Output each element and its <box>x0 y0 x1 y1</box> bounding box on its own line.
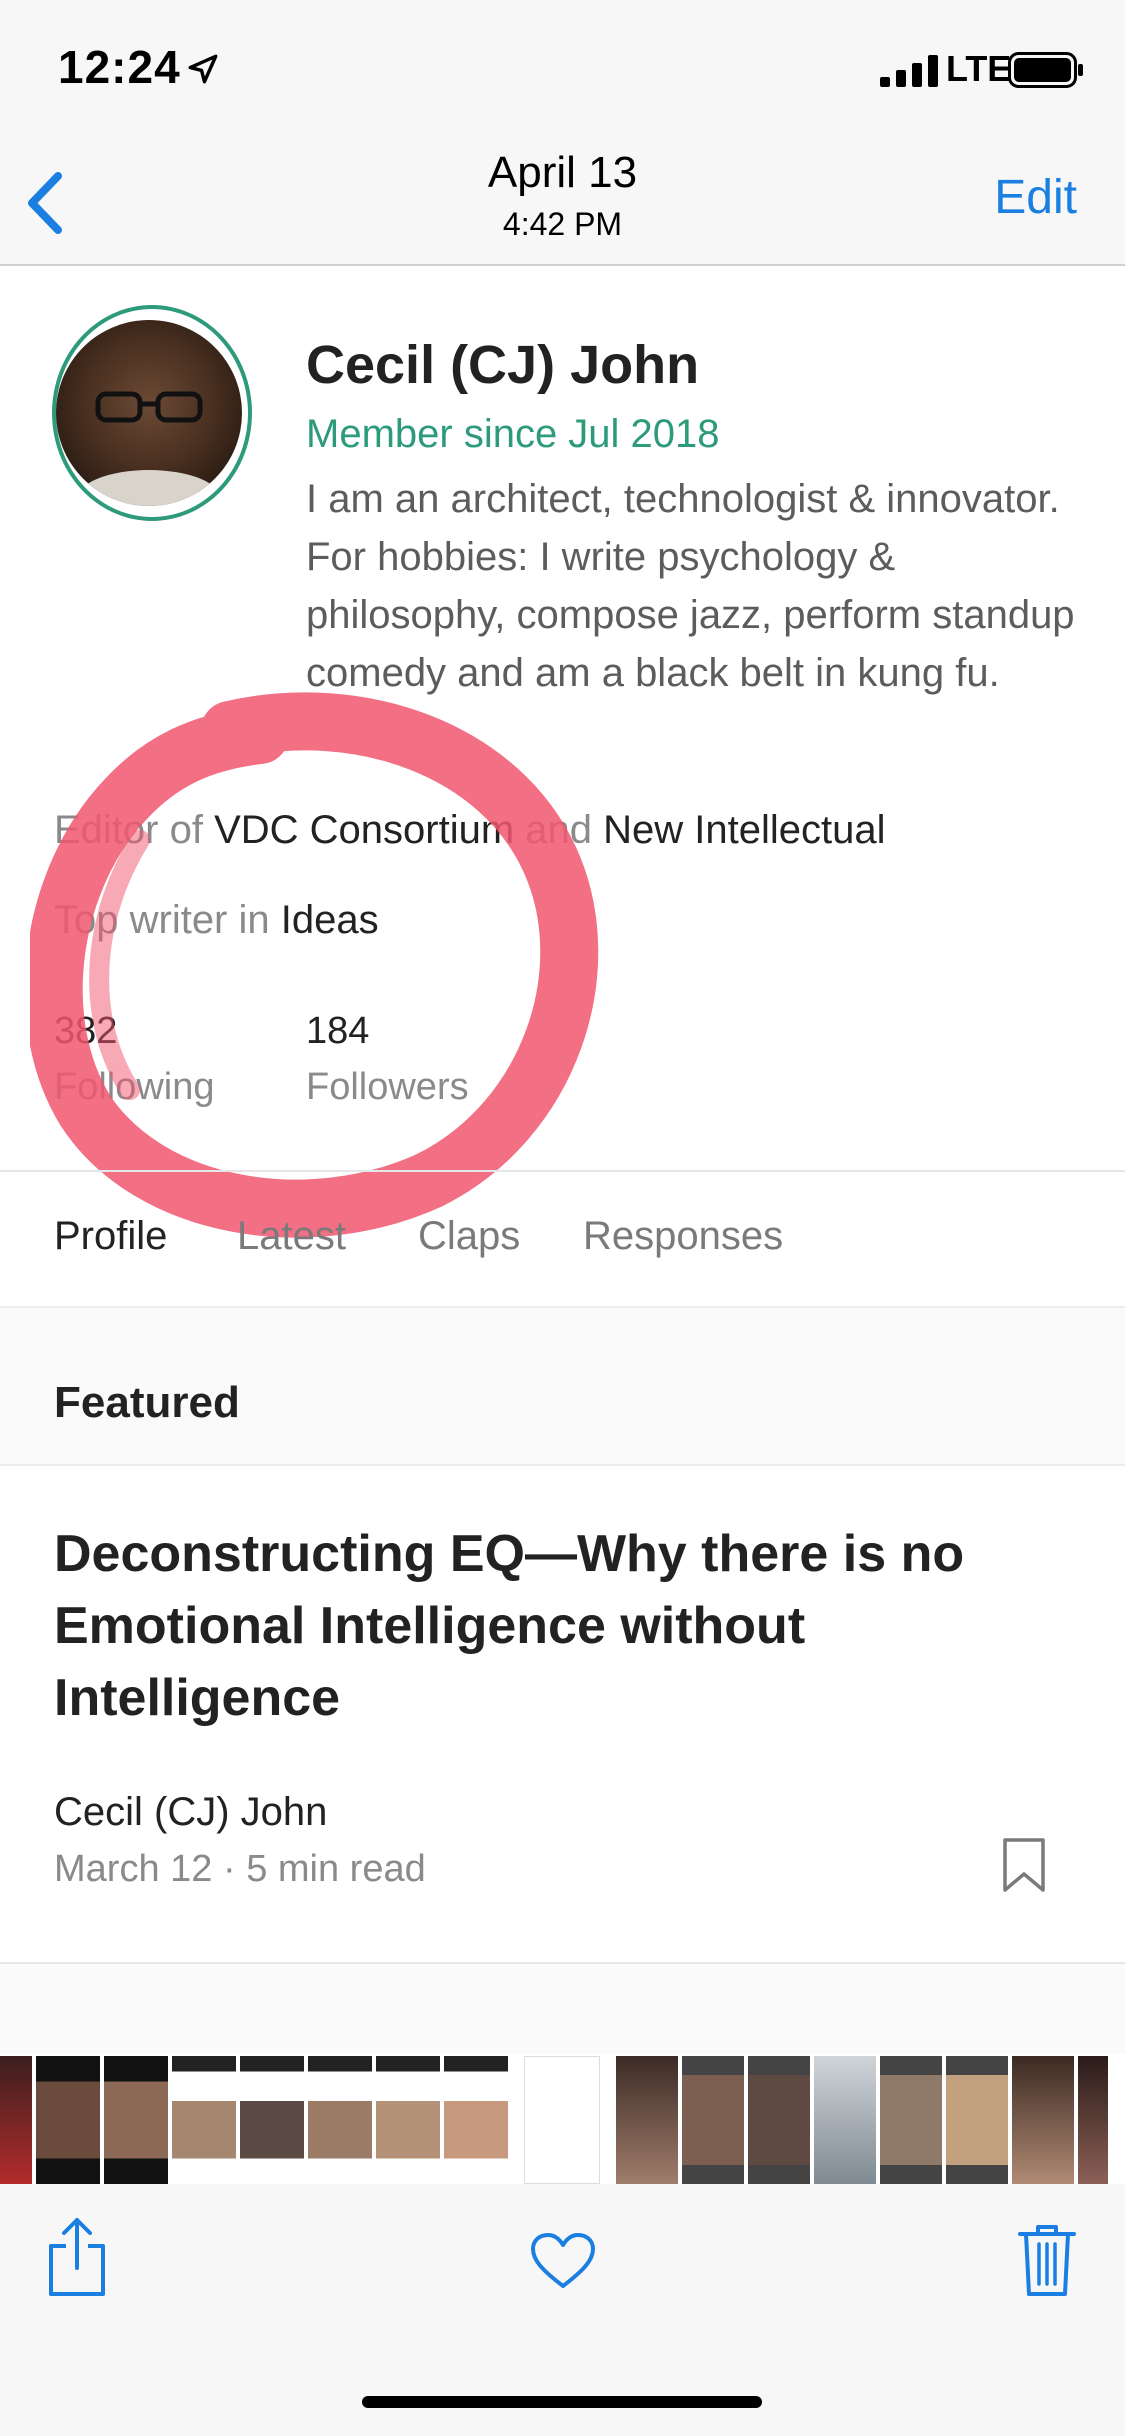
photo-thumbnail[interactable] <box>880 2056 942 2184</box>
photo-filmstrip[interactable] <box>0 2056 1125 2184</box>
member-since: Member since Jul 2018 <box>306 412 720 456</box>
avatar-shirt-graphic <box>76 470 222 506</box>
tab-claps[interactable]: Claps <box>418 1214 520 1259</box>
following-label[interactable]: Following <box>54 1066 215 1109</box>
home-indicator[interactable] <box>362 2396 762 2408</box>
photo-thumbnail-selected[interactable] <box>524 2056 600 2184</box>
photo-thumbnail[interactable] <box>814 2056 876 2184</box>
photo-thumbnail[interactable] <box>36 2056 100 2184</box>
network-label: LTE <box>946 48 1012 89</box>
photo-thumbnail[interactable] <box>172 2056 236 2184</box>
article-author[interactable]: Cecil (CJ) John <box>54 1790 327 1835</box>
article-title[interactable]: Deconstructing EQ—Why there is no Emotio… <box>54 1518 1064 1734</box>
battery-icon <box>1008 52 1083 88</box>
next-section-peek <box>0 1964 1125 2054</box>
article-date: March 12 <box>54 1848 213 1890</box>
tab-responses[interactable]: Responses <box>583 1214 783 1259</box>
editor-of-line: Editor of VDC Consortium and New Intelle… <box>54 808 886 853</box>
photo-thumbnail[interactable] <box>104 2056 168 2184</box>
editor-and: and <box>514 808 604 852</box>
publication-link-vdc[interactable]: VDC Consortium <box>214 808 514 852</box>
editor-prefix: Editor of <box>54 808 215 852</box>
profile-bio: I am an architect, technologist & innova… <box>306 477 1075 695</box>
red-annotation-circle <box>30 692 599 1238</box>
meta-separator: · <box>222 1848 236 1890</box>
photo-thumbnail[interactable] <box>748 2056 810 2184</box>
heart-icon[interactable] <box>530 2232 596 2290</box>
avatar[interactable] <box>56 320 242 506</box>
photo-thumbnail[interactable] <box>616 2056 678 2184</box>
status-bar: 12:24 LTE <box>0 0 1125 140</box>
photo-thumbnail[interactable] <box>240 2056 304 2184</box>
tabs-divider <box>0 1170 1125 1172</box>
tab-latest[interactable]: Latest <box>237 1214 346 1259</box>
photo-thumbnail[interactable] <box>0 2056 32 2184</box>
photo-thumbnail[interactable] <box>308 2056 372 2184</box>
edit-button[interactable]: Edit <box>994 170 1077 225</box>
top-writer-prefix: Top writer in <box>54 898 281 942</box>
profile-name: Cecil (CJ) John <box>306 335 700 395</box>
following-count[interactable]: 382 <box>54 1010 117 1053</box>
photo-thumbnail[interactable] <box>682 2056 744 2184</box>
featured-heading: Featured <box>54 1378 240 1427</box>
location-arrow-icon <box>188 54 218 84</box>
followers-label[interactable]: Followers <box>306 1066 469 1109</box>
topic-link-ideas[interactable]: Ideas <box>281 898 379 942</box>
nav-time: 4:42 PM <box>502 206 623 242</box>
article-read-time: 5 min read <box>246 1848 426 1890</box>
photo-thumbnail[interactable] <box>1078 2056 1108 2184</box>
avatar-glasses-graphic <box>95 391 203 423</box>
followers-count[interactable]: 184 <box>306 1010 369 1053</box>
nav-bar: April 13 4:42 PM Edit <box>0 140 1125 266</box>
trash-icon[interactable] <box>1018 2222 1076 2298</box>
photo-thumbnail[interactable] <box>444 2056 508 2184</box>
share-icon[interactable] <box>46 2216 108 2298</box>
photo-thumbnail[interactable] <box>376 2056 440 2184</box>
tab-profile[interactable]: Profile <box>54 1214 167 1259</box>
cellular-signal-icon <box>880 55 938 87</box>
top-writer-line: Top writer in Ideas <box>54 898 379 943</box>
article-meta: March 12 · 5 min read <box>54 1848 426 1891</box>
nav-date: April 13 <box>487 148 638 197</box>
status-time: 12:24 <box>58 41 181 93</box>
photo-thumbnail[interactable] <box>1012 2056 1074 2184</box>
photo-thumbnail[interactable] <box>946 2056 1008 2184</box>
publication-link-new-intellectual[interactable]: New Intellectual <box>603 808 885 852</box>
bookmark-icon[interactable] <box>1000 1836 1048 1894</box>
